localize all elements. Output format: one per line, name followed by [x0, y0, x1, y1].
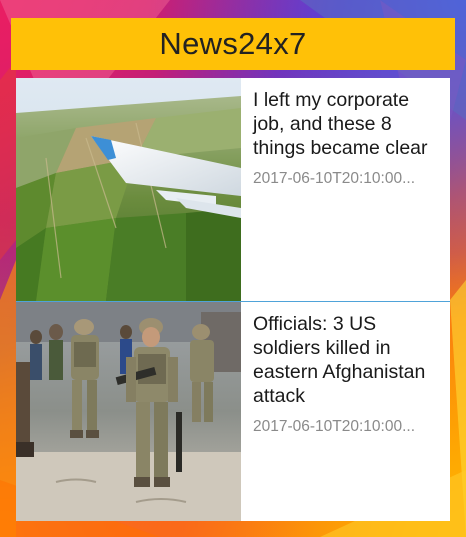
news-feed[interactable]: I left my corporate job, and these 8 thi… [16, 78, 450, 521]
app-title: News24x7 [159, 26, 307, 61]
article-headline[interactable]: I left my corporate job, and these 8 thi… [253, 88, 438, 160]
article-thumbnail[interactable] [16, 302, 241, 521]
airplane-wing-photo-icon [16, 78, 241, 301]
article-timestamp: 2017-06-10T20:10:00... [253, 418, 416, 435]
article-timestamp: 2017-06-10T20:10:00... [253, 170, 416, 187]
article-thumbnail[interactable] [16, 78, 241, 301]
news-card[interactable]: Officials: 3 US soldiers killed in easte… [16, 302, 450, 521]
article-headline[interactable]: Officials: 3 US soldiers killed in easte… [253, 312, 438, 408]
soldiers-photo-icon [16, 302, 241, 521]
app-bar: News24x7 [11, 18, 455, 70]
news-card[interactable]: I left my corporate job, and these 8 thi… [16, 78, 450, 302]
